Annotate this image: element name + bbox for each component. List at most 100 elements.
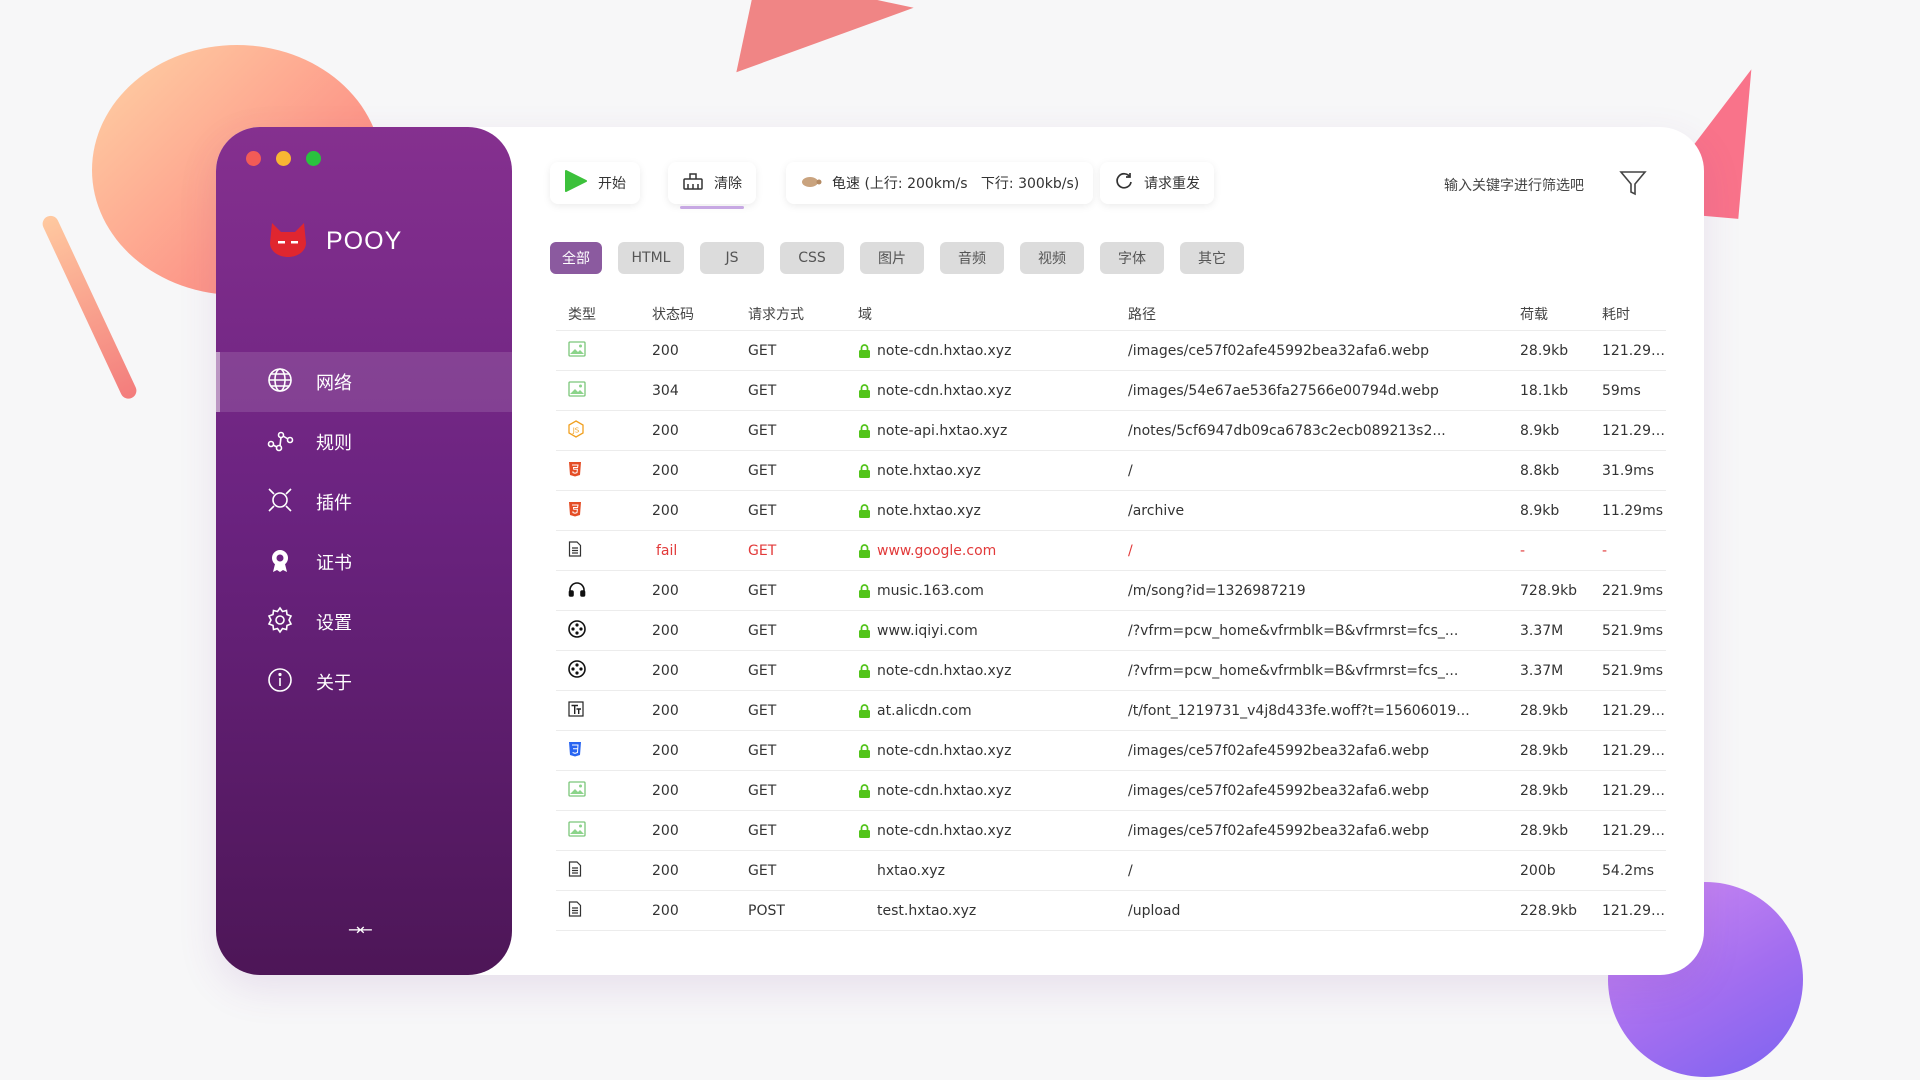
filter-icon[interactable] (1618, 168, 1648, 202)
status-code: 200 (652, 502, 679, 519)
resend-button[interactable]: 请求重发 (1100, 162, 1214, 204)
domain-text: note-cdn.hxtao.xyz (877, 782, 1012, 799)
method-cell: GET (748, 662, 777, 679)
status-code: 200 (652, 462, 679, 479)
method-cell: GET (748, 542, 777, 559)
status-code: 200 (652, 822, 679, 839)
tab-js[interactable]: JS (700, 242, 764, 274)
table-row[interactable]: 200 GET www.iqiyi.com /?vfrm=pcw_home&vfrmb… (556, 611, 1666, 651)
clear-button[interactable]: 清除 (668, 162, 756, 209)
type-filter-tabs: 全部 HTML JS CSS 图片 音频 视频 字体 其它 (550, 242, 1244, 274)
sidebar-item-about[interactable]: 关于 (216, 652, 512, 712)
sidebar-item-rules[interactable]: 规则 (216, 412, 512, 472)
tab-html[interactable]: HTML (618, 242, 684, 274)
column-header-payload[interactable]: 荷载 (1520, 304, 1602, 324)
minimize-window-button[interactable] (276, 151, 291, 166)
sidebar-nav: 网络 规则 插件 证书 设置 关于 (216, 352, 512, 712)
rules-icon (266, 426, 294, 459)
filter-input[interactable]: 输入关键字进行筛选吧 (1444, 175, 1584, 195)
domain-text: note-api.hxtao.xyz (877, 422, 1008, 439)
payload-cell: 3.37M (1520, 622, 1564, 639)
document-icon (568, 860, 582, 881)
globe-icon (266, 366, 294, 399)
table-row[interactable]: JS 200 GET note-api.hxtao.xyz/notes/5cf6947… (556, 411, 1672, 451)
lock-icon (858, 383, 871, 398)
lock-icon (858, 583, 871, 598)
start-button[interactable]: 开始 (550, 162, 640, 204)
maximize-window-button[interactable] (306, 151, 321, 166)
table-row[interactable]: 200 POST test.hxtao.xyz/upload 228.9kb 121.2… (556, 891, 1672, 931)
path-cell: /images/ce57f02afe45992bea32afa6.webp (1128, 742, 1430, 759)
status-cell: 200 (652, 823, 748, 839)
tab-audio[interactable]: 音频 (940, 242, 1004, 274)
clear-label: 清除 (714, 176, 742, 192)
domain-text: note.hxtao.xyz (877, 502, 981, 519)
table-row[interactable]: 200 GET note.hxtao.xyz/archive 8.9kb 11.29ms (556, 491, 1666, 531)
table-row[interactable]: 200 GET music.163.com/m/song?id=1326987219… (556, 571, 1666, 611)
table-row[interactable]: 200 GET note-cdn.hxtao.xyz /?vfrm=pcw_home&… (556, 651, 1666, 691)
table-row[interactable]: 200 GET at.alicdn.com/t/font_1219731_v4j8d… (556, 691, 1672, 731)
table-row[interactable]: 200 GET hxtao.xyz / 200b 54.2ms (556, 851, 1666, 891)
domain-cell: note-api.hxtao.xyz (858, 423, 1128, 439)
table-row[interactable]: 200 GET note-cdn.hxtao.xyz/images/ce57f02a… (556, 731, 1672, 771)
certificate-icon (266, 546, 294, 579)
throttle-button[interactable]: 龟速 (上行: 200km/s 下行: 300kb/s) (786, 162, 1094, 204)
domain-text: test.hxtao.xyz (877, 902, 977, 919)
table-row[interactable]: 304 GET note-cdn.hxtao.xyz/images/54e67ae5… (556, 371, 1666, 411)
close-window-button[interactable] (246, 151, 261, 166)
table-row[interactable]: 200 GET note-cdn.hxtao.xyz/images/ce57f02a… (556, 811, 1672, 851)
time-cell: 11.29ms (1602, 502, 1664, 519)
method-cell: GET (748, 862, 777, 879)
tab-images[interactable]: 图片 (860, 242, 924, 274)
domain-text: note-cdn.hxtao.xyz (877, 742, 1012, 759)
type-cell (568, 700, 652, 721)
sidebar-item-network[interactable]: 网络 (216, 352, 512, 412)
decor-triangle-top (736, 0, 914, 106)
time-cell: 121.29ms (1602, 422, 1672, 439)
type-cell (568, 380, 652, 401)
column-header-time[interactable]: 耗时 (1602, 304, 1678, 324)
image-icon (568, 340, 586, 361)
table-row[interactable]: fail GET www.google.com / - - (556, 531, 1666, 571)
domain-text: hxtao.xyz (877, 862, 945, 879)
tab-fonts[interactable]: 字体 (1100, 242, 1164, 274)
domain-text: note-cdn.hxtao.xyz (877, 342, 1012, 359)
path-cell: /images/54e67ae536fa27566e00794d.webp (1128, 382, 1439, 399)
js-icon: JS (568, 419, 584, 442)
type-cell (568, 619, 652, 642)
lock-icon (858, 663, 871, 678)
column-header-type[interactable]: 类型 (568, 304, 652, 324)
toolbar: 开始 清除 龟速 (上行: 200km/s 下行: 300kb/s) 请求重发 … (550, 162, 1664, 210)
sidebar-item-settings[interactable]: 设置 (216, 592, 512, 652)
image-icon (568, 380, 586, 401)
domain-text: www.google.com (877, 542, 997, 559)
css3-icon (568, 741, 582, 761)
sidebar-item-certificates[interactable]: 证书 (216, 532, 512, 592)
type-cell (568, 461, 652, 481)
tab-video[interactable]: 视频 (1020, 242, 1084, 274)
tab-other[interactable]: 其它 (1180, 242, 1244, 274)
payload-cell: 228.9kb (1520, 902, 1578, 919)
sidebar-item-label: 插件 (316, 493, 352, 514)
time-cell: 521.9ms (1602, 662, 1664, 679)
domain-cell: note-cdn.hxtao.xyz (858, 743, 1128, 759)
payload-cell: 8.8kb (1520, 462, 1560, 479)
table-row[interactable]: 200 GET note-cdn.hxtao.xyz/images/ce57f02a… (556, 331, 1672, 371)
column-header-status[interactable]: 状态码 (652, 304, 748, 324)
type-cell: JS (568, 419, 652, 442)
payload-cell: 3.37M (1520, 662, 1564, 679)
sidebar-item-plugins[interactable]: 插件 (216, 472, 512, 532)
table-row[interactable]: 200 GET note.hxtao.xyz / 8.8kb 31.9ms (556, 451, 1666, 491)
info-icon (266, 666, 294, 699)
column-header-path[interactable]: 路径 (1128, 304, 1520, 324)
column-header-method[interactable]: 请求方式 (748, 304, 858, 324)
column-header-domain[interactable]: 域 (858, 304, 1128, 324)
collapse-sidebar-button[interactable]: →← (348, 920, 373, 939)
tab-all[interactable]: 全部 (550, 242, 602, 274)
table-row[interactable]: 200 GET note-cdn.hxtao.xyz/images/ce57f02a… (556, 771, 1672, 811)
path-cell: /images/ce57f02afe45992bea32afa6.webp (1128, 342, 1430, 359)
path-cell: /notes/5cf6947db09ca6783c2ecb089213s2... (1128, 422, 1446, 439)
payload-cell: 18.1kb (1520, 382, 1569, 399)
path-cell: /images/ce57f02afe45992bea32afa6.webp (1128, 822, 1430, 839)
tab-css[interactable]: CSS (780, 242, 844, 274)
